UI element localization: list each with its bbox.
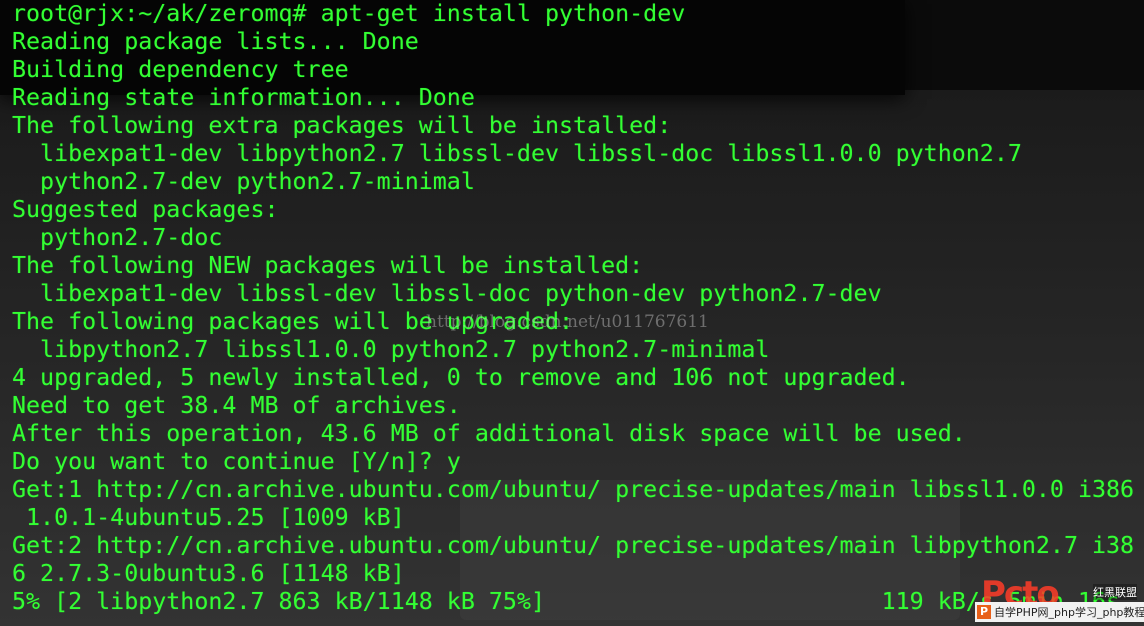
output-line: Get:2 http://cn.archive.ubuntu.com/ubunt…	[12, 532, 1135, 559]
shell-command: apt-get install python-dev	[320, 0, 686, 27]
logo-banner-text: 自学PHP网_php学习_php教程	[994, 606, 1144, 619]
output-line: libexpat1-dev libssl-dev libssl-doc pyth…	[12, 280, 882, 307]
output-line: Reading state information... Done	[12, 84, 475, 111]
logo-banner: P 自学PHP网_php学习_php教程	[975, 602, 1144, 622]
progress-line: 5% [2 libpython2.7 863 kB/1148 kB 75%] 1…	[12, 588, 1121, 615]
site-logo: Pcto 红黑联盟 P 自学PHP网_php学习_php教程	[975, 574, 1144, 626]
output-line: Building dependency tree	[12, 56, 349, 83]
output-line: The following extra packages will be ins…	[12, 112, 672, 139]
output-line: Need to get 38.4 MB of archives.	[12, 392, 461, 419]
logo-p-icon: P	[977, 605, 991, 619]
output-line: Suggested packages:	[12, 196, 279, 223]
output-line: libpython2.7 libssl1.0.0 python2.7 pytho…	[12, 336, 770, 363]
output-line: 1.0.1-4ubuntu5.25 [1009 kB]	[12, 504, 405, 531]
output-line: Reading package lists... Done	[12, 28, 419, 55]
output-line: python2.7-doc	[12, 224, 223, 251]
terminal-window[interactable]: root@rjx:~/ak/zeromq# apt-get install py…	[0, 0, 1144, 626]
output-line: Get:1 http://cn.archive.ubuntu.com/ubunt…	[12, 476, 1135, 503]
output-line: Do you want to continue [Y/n]? y	[12, 448, 461, 475]
terminal-output[interactable]: root@rjx:~/ak/zeromq# apt-get install py…	[12, 0, 1134, 616]
output-line: 6 2.7.3-0ubuntu3.6 [1148 kB]	[12, 560, 405, 587]
output-line: After this operation, 43.6 MB of additio…	[12, 420, 966, 447]
shell-prompt: root@rjx:~/ak/zeromq#	[12, 0, 321, 27]
output-line: The following NEW packages will be insta…	[12, 252, 644, 279]
output-line: python2.7-dev python2.7-minimal	[12, 168, 475, 195]
output-line: 4 upgraded, 5 newly installed, 0 to remo…	[12, 364, 910, 391]
output-line: libexpat1-dev libpython2.7 libssl-dev li…	[12, 140, 1022, 167]
logo-subtext: 红黑联盟	[1093, 584, 1137, 600]
command-line: root@rjx:~/ak/zeromq# apt-get install py…	[12, 0, 1134, 28]
watermark-url: http://blog.csdn.net/u011767611	[426, 312, 709, 332]
